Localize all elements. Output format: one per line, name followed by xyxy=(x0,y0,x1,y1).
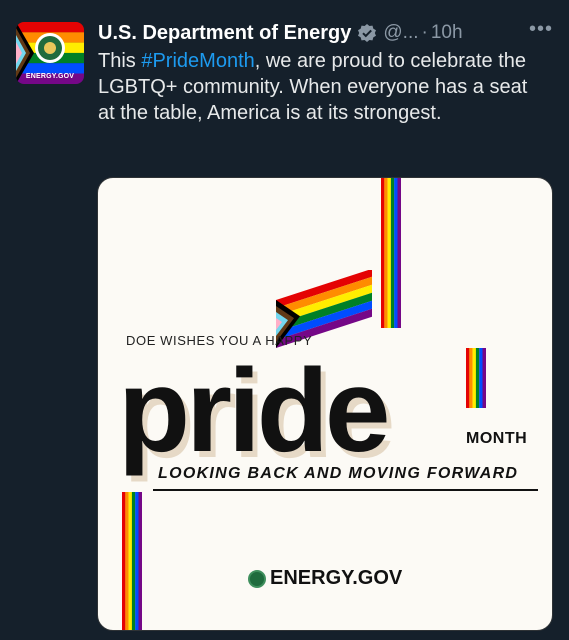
hashtag-link[interactable]: #PrideMonth xyxy=(141,50,254,72)
doe-seal-icon xyxy=(248,569,266,588)
avatar-label: ENERGY.GOV xyxy=(25,73,75,80)
separator-dot: · xyxy=(421,22,428,43)
rainbow-stripe-middle xyxy=(466,348,486,408)
rainbow-stripe-bottom xyxy=(122,492,142,630)
pride-heading: pride xyxy=(118,345,390,477)
tweet-text: This #PrideMonth, we are proud to celebr… xyxy=(98,48,548,126)
brand-logo: ENERGY.GOV xyxy=(248,567,402,590)
timestamp[interactable]: 10h xyxy=(431,22,463,44)
text-before: This xyxy=(98,50,142,72)
rainbow-stripe-top xyxy=(381,178,401,328)
tweet-header: U.S. Department of Energy @... · 10h xyxy=(98,18,569,48)
tagline-text: LOOKING BACK AND MOVING FORWARD xyxy=(158,465,519,482)
author-handle[interactable]: @... xyxy=(383,22,418,44)
month-text: MONTH xyxy=(466,430,528,447)
tweet[interactable]: ENERGY.GOV U.S. Department of Energy @..… xyxy=(0,0,569,640)
tweet-media-image[interactable]: DOE WISHES YOU A HAPPY pride MONTH LOOKI… xyxy=(97,177,553,631)
brand-text: ENERGY.GOV xyxy=(270,567,403,589)
more-options-icon[interactable]: ••• xyxy=(529,18,553,41)
author-name[interactable]: U.S. Department of Energy xyxy=(98,22,351,45)
tagline-underline xyxy=(153,489,538,491)
avatar[interactable]: ENERGY.GOV xyxy=(16,22,84,84)
verified-badge-icon xyxy=(357,23,377,43)
